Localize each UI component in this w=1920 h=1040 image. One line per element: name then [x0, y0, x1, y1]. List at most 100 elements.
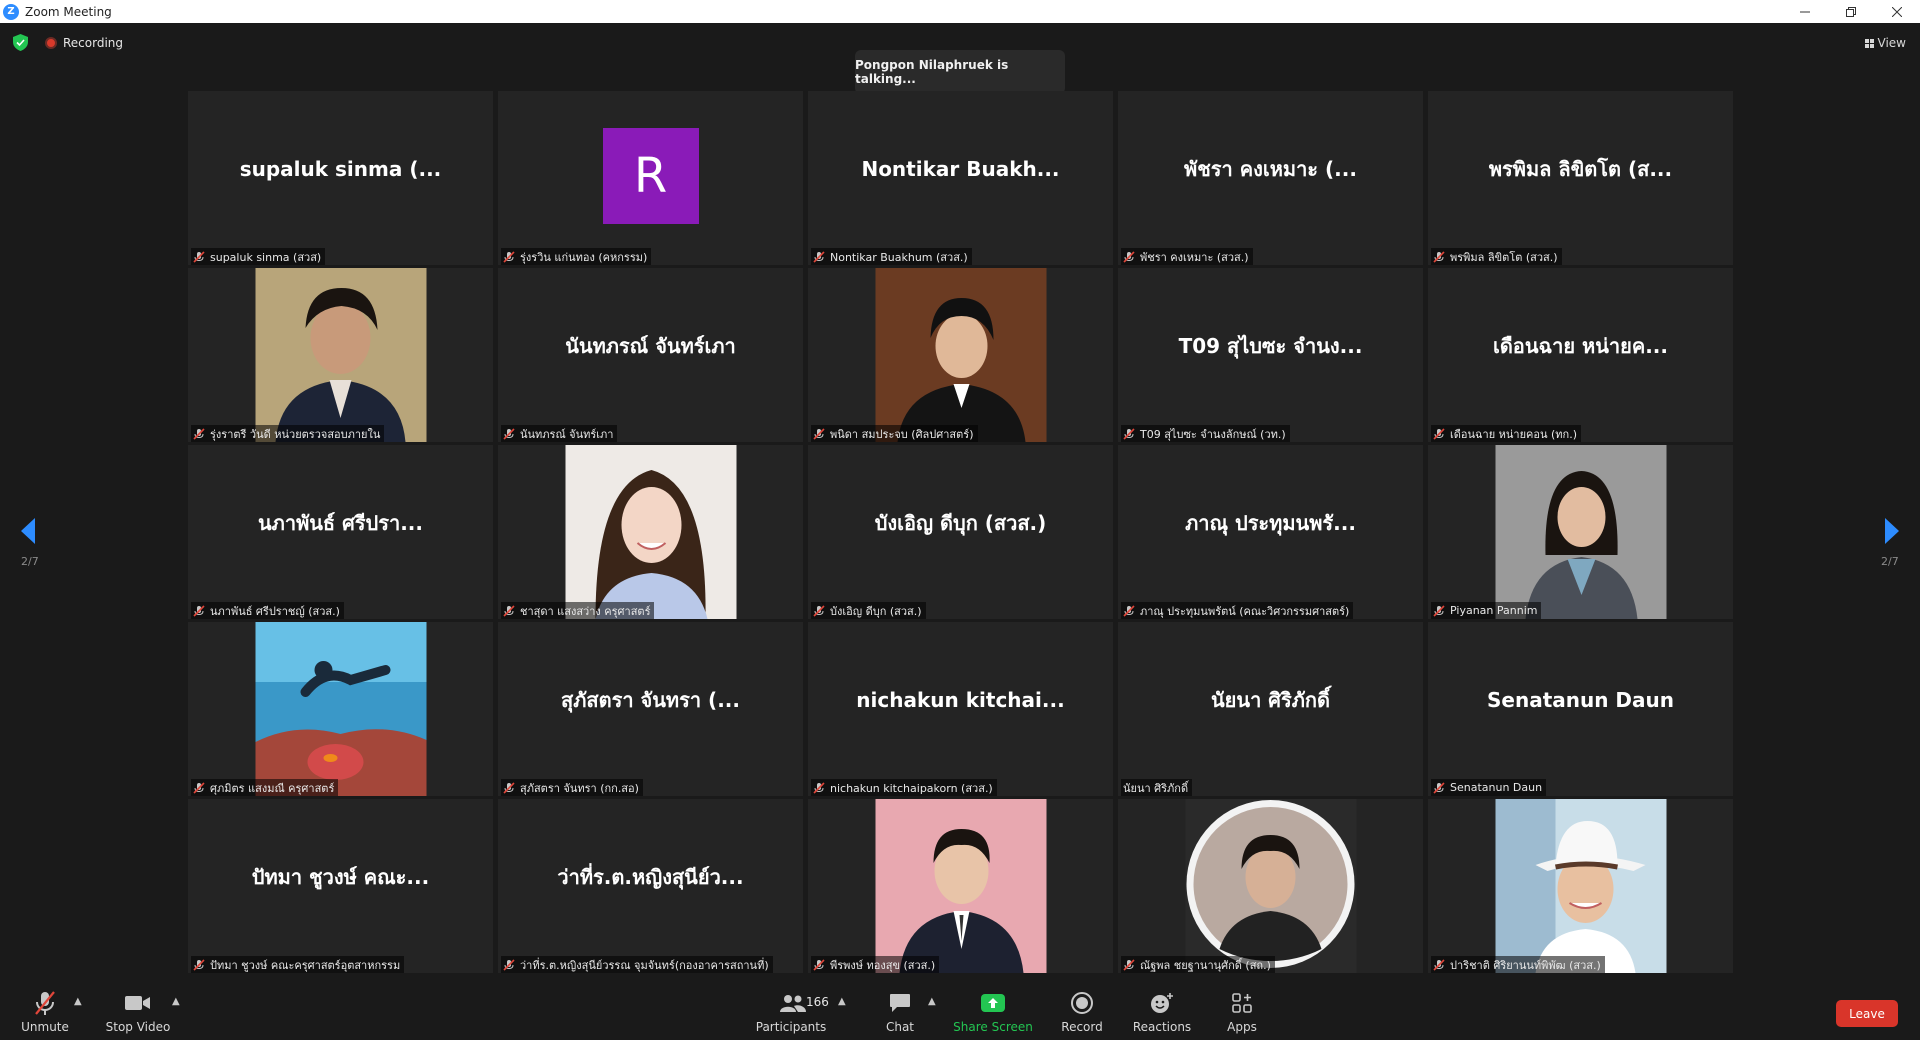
- participant-name-label: พีรพงษ์ ทองสุข (สวส.): [811, 956, 940, 973]
- participant-video-tile[interactable]: บังเอิญ ดีบุก (สวส.) บังเอิญ ดีบุก (สวส.): [808, 445, 1113, 619]
- participant-video-tile[interactable]: พีรพงษ์ ทองสุข (สวส.): [808, 799, 1113, 973]
- participants-options-caret-icon[interactable]: ▲: [838, 996, 846, 1007]
- reactions-smiley-icon: [1151, 993, 1173, 1013]
- participant-display-name: ปัทมา ชูวงษ์ คณะ...: [251, 865, 430, 889]
- minimize-icon: [1800, 11, 1810, 12]
- participant-display-name: นภาพันธ์ ศรีปรา...: [257, 511, 423, 535]
- chat-button[interactable]: Chat: [884, 980, 916, 1040]
- meeting-toolbar: Unmute ▲ Stop Video ▲ Participants 166 ▲…: [0, 980, 1920, 1040]
- participant-name-text: นภาพันธ์ ศรีปราชญ์ (สวส.): [210, 604, 340, 618]
- participants-button[interactable]: Participants: [756, 980, 826, 1040]
- participant-video-tile[interactable]: นภาพันธ์ ศรีปรา... นภาพันธ์ ศรีปราชญ์ (สว…: [188, 445, 493, 619]
- muted-mic-icon: [1123, 958, 1135, 971]
- view-button[interactable]: View: [1864, 36, 1906, 50]
- participant-display-name: นันทภรณ์ จันทร์เภา: [565, 334, 736, 358]
- close-window-button[interactable]: [1874, 0, 1920, 23]
- participant-name-label: ศุภมิตร แสงมณี ครุศาสตร์: [191, 779, 339, 796]
- participant-display-name: Nontikar Buakh...: [861, 157, 1060, 181]
- participant-name-text: ภาณุ ประทุมนพรัตน์ (คณะวิศวกรรมศาสตร์): [1140, 604, 1350, 618]
- participant-video-tile[interactable]: T09 สุไบซะ จำนง... T09 สุไบซะ จำนงลักษณ์ …: [1118, 268, 1423, 442]
- participant-video-tile[interactable]: นัยนา ศิริภักดิ์ นัยนา ศิริภักดิ์: [1118, 622, 1423, 796]
- participant-video-tile[interactable]: Nontikar Buakh... Nontikar Buakhum (สวส.): [808, 91, 1113, 265]
- muted-mic-icon: [193, 427, 205, 440]
- participant-name-text: บังเอิญ ดีบุก (สวส.): [830, 604, 922, 618]
- page-indicator-right: 2/7: [1881, 555, 1899, 568]
- participant-video-tile[interactable]: พนิดา สมประจบ (ศิลปศาสตร์): [808, 268, 1113, 442]
- muted-mic-icon: [1433, 958, 1445, 971]
- next-page-arrow-icon[interactable]: [1882, 516, 1902, 546]
- stop-video-button[interactable]: Stop Video: [106, 980, 170, 1040]
- participant-video-tile[interactable]: สุภัสตรา จันทรา (... สุภัสตรา จันทรา (กก.…: [498, 622, 803, 796]
- unmute-button[interactable]: Unmute: [21, 980, 69, 1040]
- encryption-shield-icon[interactable]: [13, 34, 28, 51]
- participant-video-tile[interactable]: พัชรา คงเหมาะ (... พัชรา คงเหมาะ (สวส.): [1118, 91, 1423, 265]
- participant-video-tile[interactable]: นันทภรณ์ จันทร์เภา นันทภรณ์ จันทร์เภา: [498, 268, 803, 442]
- participant-video-tile[interactable]: supaluk sinma (... supaluk sinma (สวส): [188, 91, 493, 265]
- restore-button[interactable]: [1828, 0, 1874, 23]
- participant-display-name: นัยนา ศิริภักดิ์: [1211, 688, 1330, 712]
- participant-name-text: Piyanan Pannim: [1450, 604, 1538, 617]
- participant-name-text: Senatanun Daun: [1450, 781, 1543, 794]
- page-indicator-left: 2/7: [21, 555, 39, 568]
- participant-profile-photo: [1495, 799, 1666, 973]
- stop-video-label: Stop Video: [105, 1020, 171, 1034]
- participant-video-tile[interactable]: ปัทมา ชูวงษ์ คณะ... ปัทมา ชูวงษ์ คณะครุศา…: [188, 799, 493, 973]
- participant-name-label: T09 สุไบซะ จำนงลักษณ์ (วท.): [1121, 425, 1290, 442]
- participant-name-label: Nontikar Buakhum (สวส.): [811, 248, 972, 265]
- participant-display-name: เดือนฉาย หน่ายค...: [1492, 334, 1669, 358]
- participant-video-tile[interactable]: รุ่งราตรี วันดี หน่วยตรวจสอบภายใน: [188, 268, 493, 442]
- participant-video-tile[interactable]: เดือนฉาย หน่ายค... เดือนฉาย หน่ายคอน (ทก.…: [1428, 268, 1733, 442]
- audio-options-caret-icon[interactable]: ▲: [74, 996, 82, 1007]
- muted-mic-icon: [813, 250, 825, 263]
- video-options-caret-icon[interactable]: ▲: [172, 996, 180, 1007]
- muted-mic-icon: [503, 427, 515, 440]
- share-screen-icon: [981, 994, 1005, 1012]
- muted-mic-icon: [193, 604, 205, 617]
- participant-name-label: พรพิมล ลิขิตโต (สวส.): [1431, 248, 1562, 265]
- leave-meeting-button[interactable]: Leave: [1836, 1000, 1898, 1027]
- participant-name-label: นันทภรณ์ จันทร์เภา: [501, 425, 618, 442]
- chat-options-caret-icon[interactable]: ▲: [928, 996, 936, 1007]
- participant-video-tile[interactable]: พรพิมล ลิขิตโต (ส... พรพิมล ลิขิตโต (สวส.…: [1428, 91, 1733, 265]
- share-screen-button[interactable]: Share Screen: [953, 980, 1033, 1040]
- participant-name-label: นัยนา ศิริภักดิ์: [1121, 779, 1193, 796]
- recording-indicator[interactable]: Recording: [45, 36, 123, 50]
- share-screen-label: Share Screen: [953, 1020, 1033, 1034]
- muted-mic-icon: [1123, 427, 1135, 440]
- participant-name-label: ณัฐพล ชยฐานานุศักดิ์ (สถ.): [1121, 956, 1275, 973]
- participant-video-tile[interactable]: ณัฐพล ชยฐานานุศักดิ์ (สถ.): [1118, 799, 1423, 973]
- reactions-label: Reactions: [1132, 1020, 1192, 1034]
- zoom-logo-icon: Z: [3, 3, 19, 20]
- record-button[interactable]: Record: [1060, 980, 1104, 1040]
- previous-page-arrow-icon[interactable]: [18, 516, 38, 546]
- participant-name-label: ว่าที่ร.ต.หญิงสุนีย์วรรณ จุมจันทร์(กองอา…: [501, 956, 773, 973]
- participant-video-tile[interactable]: ปาริชาติ ศิริยานนท์พิพัฒ (สวส.): [1428, 799, 1733, 973]
- muted-mic-icon: [1433, 781, 1445, 794]
- reactions-button[interactable]: Reactions: [1132, 980, 1192, 1040]
- muted-mic-icon: [813, 604, 825, 617]
- participant-display-name: ภาณุ ประทุมนพรั...: [1185, 511, 1356, 535]
- participant-video-tile[interactable]: Piyanan Pannim: [1428, 445, 1733, 619]
- participant-video-tile[interactable]: ศุภมิตร แสงมณี ครุศาสตร์: [188, 622, 493, 796]
- participant-name-label: นภาพันธ์ ศรีปราชญ์ (สวส.): [191, 602, 344, 619]
- participant-video-tile[interactable]: nichakun kitchai... nichakun kitchaipakor…: [808, 622, 1113, 796]
- participant-video-tile[interactable]: ว่าที่ร.ต.หญิงสุนีย์ว... ว่าที่ร.ต.หญิงสุ…: [498, 799, 803, 973]
- participant-name-label: Piyanan Pannim: [1431, 602, 1542, 619]
- participant-video-tile[interactable]: ภาณุ ประทุมนพรั... ภาณุ ประทุมนพรัตน์ (คณ…: [1118, 445, 1423, 619]
- minimize-button[interactable]: [1782, 0, 1828, 23]
- muted-mic-icon: [503, 781, 515, 794]
- participant-video-tile[interactable]: Senatanun Daun Senatanun Daun: [1428, 622, 1733, 796]
- participant-display-name: supaluk sinma (...: [239, 157, 442, 181]
- muted-mic-icon: [1433, 604, 1445, 617]
- muted-mic-icon: [503, 250, 515, 263]
- participant-name-label: พัชรา คงเหมาะ (สวส.): [1121, 248, 1253, 265]
- microphone-muted-icon: [35, 991, 55, 1015]
- participant-name-label: บังเอิญ ดีบุก (สวส.): [811, 602, 926, 619]
- recording-label: Recording: [63, 36, 124, 50]
- unmute-label: Unmute: [21, 1020, 69, 1034]
- participant-video-tile[interactable]: ชาสุดา แสงสว่าง ครุศาสตร์: [498, 445, 803, 619]
- participant-profile-photo: [255, 622, 426, 796]
- participant-video-tile[interactable]: R รุ่งรวิน แก่นทอง (คหกรรม): [498, 91, 803, 265]
- apps-button[interactable]: Apps: [1226, 980, 1258, 1040]
- muted-mic-icon: [193, 958, 205, 971]
